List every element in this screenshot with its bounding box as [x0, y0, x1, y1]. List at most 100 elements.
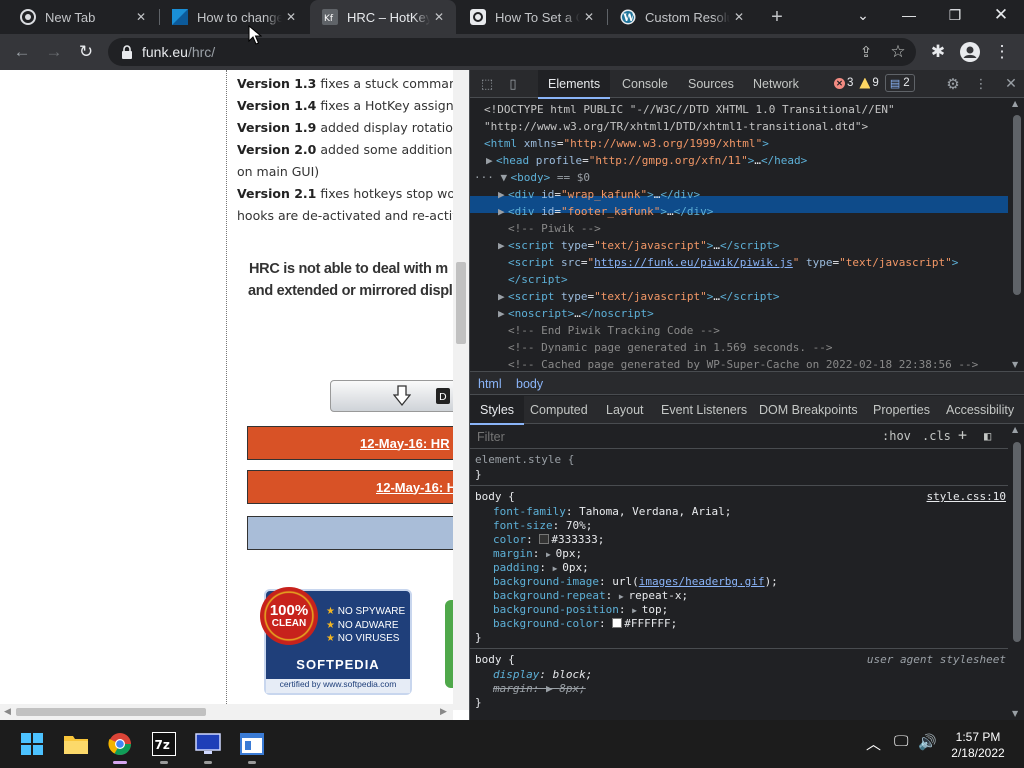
breadcrumb-html[interactable]: html [478, 377, 502, 391]
settings-gear-icon[interactable]: ⚙ [944, 75, 962, 93]
dom-node-div-wrap[interactable]: ▶ <div id="wrap_kafunk">…</div> [498, 186, 700, 203]
styles-scroll-thumb[interactable] [1013, 442, 1021, 642]
styles-filter-input[interactable] [473, 427, 871, 447]
new-tab-button[interactable]: + [765, 6, 789, 28]
file-explorer-icon[interactable] [60, 728, 92, 760]
chrome-taskbar-icon[interactable] [104, 728, 136, 760]
tab-accessibility[interactable]: Accessibility [946, 396, 1014, 424]
tab-dom-breakpoints[interactable]: DOM Breakpoints [759, 396, 858, 424]
share-icon[interactable]: ⇪ [854, 40, 878, 64]
page-scroll-thumb[interactable] [456, 262, 466, 344]
menu-kebab-icon[interactable]: ⋮ [990, 40, 1014, 64]
new-rule-icon[interactable]: + [958, 426, 967, 444]
issue-counters[interactable]: ✕ 3 9 ▤ 2 [834, 74, 915, 92]
page-vertical-scrollbar[interactable] [453, 70, 469, 710]
changelog-line: hooks are de-activated and re-activated [237, 208, 469, 223]
tab-how-to-set[interactable]: How To Set a Cu ✕ [458, 0, 606, 34]
dom-node-html[interactable]: <html xmlns="http://www.w3.org/1999/xhtm… [484, 135, 769, 152]
taskbar: 7z ︿ 🖵 🔊 1:57 PM 2/18/2022 [0, 720, 1024, 768]
svg-text:W: W [622, 13, 635, 24]
download-arrow-icon [393, 385, 411, 407]
tab-new-tab[interactable]: New Tab ✕ [8, 0, 158, 34]
dom-node-head[interactable]: ▶ <head profile="http://gmpg.org/xfn/11">… [486, 152, 807, 169]
tab-console[interactable]: Console [622, 70, 668, 98]
extensions-icon[interactable]: ✱ [926, 40, 950, 64]
close-icon[interactable]: ✕ [580, 8, 598, 26]
close-icon[interactable]: ✕ [430, 8, 448, 26]
breadcrumb: html body [470, 371, 1024, 395]
changelog-line: Version 2.1 fixes hotkeys stop working [237, 186, 469, 201]
dom-scroll-thumb[interactable] [1013, 115, 1021, 295]
address-bar[interactable]: funk.eu/hrc/ [108, 38, 916, 66]
tab-search-icon[interactable]: ⌄ [840, 0, 886, 30]
tab-styles[interactable]: Styles [470, 396, 525, 425]
tab-elements[interactable]: Elements [538, 70, 611, 99]
7zip-icon[interactable]: 7z [148, 728, 180, 760]
cls-toggle[interactable]: .cls [922, 429, 951, 443]
lock-icon[interactable] [120, 45, 134, 59]
color-swatch[interactable] [539, 534, 550, 544]
tab-network[interactable]: Network [753, 70, 799, 98]
hov-toggle[interactable]: :hov [882, 429, 911, 443]
windows-start-icon[interactable] [16, 728, 48, 760]
restore-button[interactable]: ❐ [932, 0, 978, 30]
back-icon[interactable]: ← [10, 40, 34, 64]
tab-computed[interactable]: Computed [530, 396, 588, 424]
changelog-line: Version 2.0 added some additional com [237, 142, 469, 157]
volume-icon[interactable]: 🔊 [918, 733, 937, 751]
close-icon[interactable]: ✕ [132, 8, 150, 26]
tab-how-to-change[interactable]: How to change ✕ [160, 0, 308, 34]
stylesheet-link[interactable]: style.css:10 [927, 490, 1006, 503]
download-button[interactable]: D [330, 380, 469, 412]
display-app-icon[interactable] [192, 728, 224, 760]
close-devtools-icon[interactable]: ✕ [1002, 75, 1020, 93]
color-swatch[interactable] [612, 618, 623, 628]
reload-icon[interactable]: ↻ [74, 40, 98, 64]
styles-pane[interactable]: element.style { } body { style.css:10 fo… [470, 450, 1008, 720]
dom-node-script[interactable]: ▶ <script type="text/javascript">…</scrip… [498, 237, 780, 254]
dom-node-script-piwik[interactable]: <script src="https://funk.eu/piwik/piwik… [508, 254, 958, 271]
dom-node-body[interactable]: ··· ▼ <body> == $0 [474, 169, 590, 186]
inspect-element-icon[interactable]: ⬚ [478, 75, 496, 93]
download-link-bar-blue[interactable] [247, 516, 469, 550]
dom-node-div-footer[interactable]: ▶ <div id="footer_kafunk">…</div> [498, 203, 713, 220]
minimize-button[interactable]: — [886, 0, 932, 30]
bookmark-star-icon[interactable]: ☆ [886, 40, 910, 64]
tab-custom-resolution[interactable]: W Custom Resolut ✕ [608, 0, 756, 34]
kf-site-icon: Kf [322, 9, 338, 25]
notice-line-1: HRC is not able to deal with m [249, 261, 448, 277]
horizontal-scroll-thumb[interactable] [16, 708, 206, 716]
tab-properties[interactable]: Properties [873, 396, 930, 424]
dom-tree[interactable]: <!DOCTYPE html PUBLIC "-//W3C//DTD XHTML… [470, 99, 1024, 371]
close-icon[interactable]: ✕ [282, 8, 300, 26]
download-link-bar[interactable]: 12-May-16: H [247, 470, 469, 504]
devtools-menu-icon[interactable]: ⋮ [972, 75, 990, 93]
site-icon [470, 9, 486, 25]
device-toolbar-icon[interactable]: ▯ [504, 75, 522, 93]
close-icon[interactable]: ✕ [730, 8, 748, 26]
browser-toolbar: ← → ↻ funk.eu/hrc/ ⇪ ☆ ✱ ⋮ [0, 34, 1024, 70]
toggle-sidebar-icon[interactable]: ◧ [984, 429, 991, 443]
changelog-line: Version 1.9 added display rotation supp [237, 120, 469, 135]
breadcrumb-body[interactable]: body [516, 377, 543, 391]
url-host: funk.eu [142, 44, 188, 60]
close-window-button[interactable]: ✕ [978, 0, 1024, 30]
tab-layout[interactable]: Layout [606, 396, 644, 424]
download-link-bar[interactable]: 12-May-16: HR [247, 426, 469, 460]
url-path: /hrc/ [187, 44, 216, 60]
tray-chevron-icon[interactable]: ︿ [866, 733, 881, 754]
dom-node-script[interactable]: ▶ <script type="text/javascript">…</scrip… [498, 288, 780, 305]
tab-sources[interactable]: Sources [688, 70, 734, 98]
edge-tab-icon [172, 9, 188, 25]
tab-event-listeners[interactable]: Event Listeners [661, 396, 747, 424]
network-icon[interactable]: 🖵 [894, 733, 908, 750]
forward-icon[interactable]: → [42, 40, 66, 64]
app-window-icon[interactable] [236, 728, 268, 760]
dom-node-noscript[interactable]: ▶ <noscript>…</noscript> [498, 305, 654, 322]
system-clock[interactable]: 1:57 PM 2/18/2022 [940, 729, 1016, 761]
clean-seal: 100% CLEAN [260, 587, 318, 645]
softpedia-badge[interactable]: 100% CLEAN NO SPYWARE NO ADWARE NO VIRUS… [260, 587, 412, 695]
user-agent-label: user agent stylesheet [866, 653, 1006, 666]
profile-avatar-icon[interactable] [958, 40, 982, 64]
tab-hrc-hotkey[interactable]: Kf HRC – HotKey R ✕ [310, 0, 456, 34]
